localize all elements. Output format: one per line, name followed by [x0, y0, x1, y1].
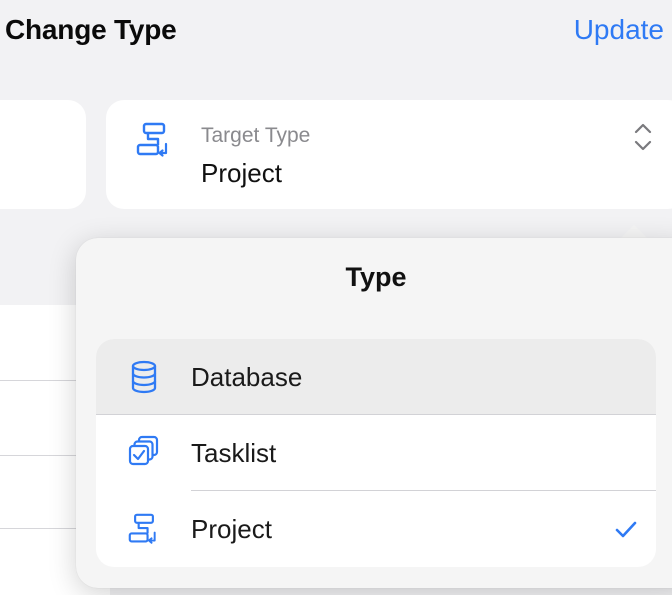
target-type-selector[interactable]: Target Type Project	[106, 100, 672, 209]
popover-title: Type	[345, 262, 407, 292]
option-label: Project	[191, 514, 272, 544]
target-type-value: Project	[201, 158, 282, 188]
checkmark-icon	[615, 521, 637, 538]
option-tasklist[interactable]: Tasklist	[96, 415, 656, 491]
option-label: Tasklist	[191, 438, 277, 468]
change-type-screen: Change Type Update Target Type Project T…	[0, 0, 672, 595]
tasklist-icon	[128, 435, 159, 466]
project-icon	[136, 122, 168, 157]
database-icon	[131, 360, 157, 394]
option-project[interactable]: Project	[96, 491, 656, 567]
update-button[interactable]: Update	[574, 14, 664, 46]
page-title: Change Type	[5, 14, 177, 45]
option-database[interactable]: Database	[96, 339, 656, 415]
option-label: Database	[191, 362, 303, 392]
source-type-card[interactable]	[0, 100, 86, 209]
type-popover: Type Database Tasklist Project	[76, 238, 672, 588]
chevron-up-down-icon	[634, 123, 652, 151]
popover-arrow	[620, 225, 648, 239]
type-options-list: Database Tasklist Project	[96, 339, 656, 567]
target-type-label: Target Type	[201, 124, 311, 147]
project-icon	[128, 513, 156, 544]
